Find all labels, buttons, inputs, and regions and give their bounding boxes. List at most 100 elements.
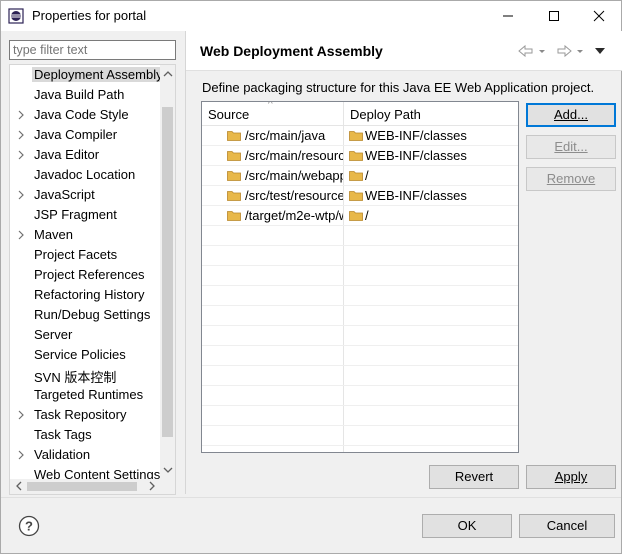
close-button[interactable]	[576, 1, 622, 31]
revert-button[interactable]: Revert	[429, 465, 519, 489]
column-header-deploy-path[interactable]: Deploy Path	[344, 102, 518, 126]
cancel-button[interactable]: Cancel	[519, 514, 615, 538]
sidebar-item-label: Targeted Runtimes	[34, 387, 144, 402]
sidebar-item[interactable]: Service Policies	[10, 345, 160, 365]
sidebar-item[interactable]: Task Tags	[10, 425, 160, 445]
deploy-path-cell[interactable]: WEB-INF/classes	[344, 146, 518, 166]
deploy-path-cell[interactable]: WEB-INF/classes	[344, 186, 518, 206]
sidebar-item[interactable]: Validation	[10, 445, 160, 465]
folder-icon	[349, 191, 363, 201]
title-bar[interactable]: Properties for portal	[1, 1, 621, 31]
scroll-up-icon[interactable]	[163, 69, 173, 79]
column-header-source[interactable]: ^ Source	[202, 102, 344, 126]
sidebar-item-label: Refactoring History	[34, 287, 145, 302]
deployment-assembly-table[interactable]: ^ Source Deploy Path /src/main/java WEB-I…	[201, 101, 519, 453]
deploy-path: /	[365, 208, 369, 223]
source-cell[interactable]: /src/main/resources	[202, 146, 343, 166]
source-cell[interactable]: /src/main/java	[202, 126, 343, 146]
edit-button[interactable]: Edit...	[526, 135, 616, 159]
back-icon[interactable]	[518, 44, 533, 58]
folder-icon	[227, 211, 241, 221]
table-row[interactable]: /src/main/resources WEB-INF/classes	[202, 146, 518, 166]
table-row	[202, 286, 518, 306]
tree-vertical-scrollbar[interactable]	[160, 65, 175, 479]
sidebar-item-label: Maven	[34, 227, 74, 242]
chevron-right-icon[interactable]	[16, 189, 26, 201]
deploy-path: WEB-INF/classes	[365, 148, 467, 163]
sidebar-item[interactable]: Java Editor	[10, 145, 160, 165]
sidebar-item[interactable]: SVN 版本控制	[10, 365, 160, 385]
chevron-right-icon[interactable]	[16, 109, 26, 121]
source-path: /src/main/java	[245, 128, 326, 143]
sidebar-item-label: Task Tags	[34, 427, 92, 442]
table-row	[202, 446, 518, 452]
tree-vscroll-thumb[interactable]	[162, 107, 173, 437]
table-row[interactable]: /src/test/resources WEB-INF/classes	[202, 186, 518, 206]
chevron-right-icon[interactable]	[16, 229, 26, 241]
page-title: Web Deployment Assembly	[200, 43, 383, 59]
sidebar-item[interactable]: Java Compiler	[10, 125, 160, 145]
sidebar-item[interactable]: Project References	[10, 265, 160, 285]
minimize-button[interactable]	[485, 1, 531, 31]
table-row[interactable]: /target/m2e-wtp/web-resources /	[202, 206, 518, 226]
chevron-right-icon[interactable]	[16, 409, 26, 421]
ok-button[interactable]: OK	[422, 514, 512, 538]
back-dropdown-icon[interactable]	[539, 50, 545, 53]
scroll-left-icon[interactable]	[14, 480, 24, 492]
view-menu-icon[interactable]	[595, 48, 605, 54]
table-row	[202, 426, 518, 446]
source-path: /src/main/webapp	[245, 168, 343, 183]
sidebar-item[interactable]: Run/Debug Settings	[10, 305, 160, 325]
apply-button[interactable]: Apply	[526, 465, 616, 489]
sidebar-item[interactable]: Server	[10, 325, 160, 345]
sidebar-item[interactable]: JavaScript	[10, 185, 160, 205]
sidebar-item-label: Task Repository	[34, 407, 127, 422]
sidebar-item[interactable]: Targeted Runtimes	[10, 385, 160, 405]
chevron-right-icon[interactable]	[16, 149, 26, 161]
deploy-path-cell[interactable]: WEB-INF/classes	[344, 126, 518, 146]
add-button[interactable]: Add...	[526, 103, 616, 127]
source-cell[interactable]: /target/m2e-wtp/web-resources	[202, 206, 343, 226]
source-cell[interactable]: /src/test/resources	[202, 186, 343, 206]
folder-icon	[227, 131, 241, 141]
remove-button[interactable]: Remove	[526, 167, 616, 191]
scroll-right-icon[interactable]	[147, 480, 157, 492]
forward-icon[interactable]	[557, 44, 572, 58]
table-row[interactable]: /src/main/webapp /	[202, 166, 518, 186]
page-header: Web Deployment Assembly	[186, 31, 622, 71]
tree-horizontal-scrollbar[interactable]	[10, 479, 175, 494]
source-cell[interactable]: /src/main/webapp	[202, 166, 343, 186]
sidebar-item[interactable]: Refactoring History	[10, 285, 160, 305]
deploy-path-cell[interactable]: /	[344, 206, 518, 226]
sidebar-item[interactable]: JSP Fragment	[10, 205, 160, 225]
chevron-right-icon[interactable]	[16, 129, 26, 141]
tree-hscroll-thumb[interactable]	[27, 482, 137, 491]
sidebar-item[interactable]: Maven	[10, 225, 160, 245]
source-path: /src/main/resources	[245, 148, 343, 163]
sidebar-item-label: Run/Debug Settings	[34, 307, 151, 322]
revert-button-label: Revert	[454, 469, 494, 484]
deploy-path: /	[365, 168, 369, 183]
svg-text:?: ?	[25, 519, 33, 534]
forward-dropdown-icon[interactable]	[577, 50, 583, 53]
maximize-button[interactable]	[531, 1, 577, 31]
table-row[interactable]: /src/main/java WEB-INF/classes	[202, 126, 518, 146]
deploy-path-cell[interactable]: /	[344, 166, 518, 186]
sidebar-item[interactable]: Java Code Style	[10, 105, 160, 125]
ok-button-label: OK	[457, 518, 477, 533]
preference-tree[interactable]: Deployment Assembly Java Build Path Java C…	[9, 64, 176, 495]
filter-input[interactable]	[9, 40, 176, 60]
sidebar-item-label: SVN 版本控制	[34, 370, 117, 385]
chevron-right-icon[interactable]	[16, 449, 26, 461]
sidebar-item[interactable]: Java Build Path	[10, 85, 160, 105]
sidebar-item[interactable]: Javadoc Location	[10, 165, 160, 185]
deploy-path: WEB-INF/classes	[365, 128, 467, 143]
sidebar-item[interactable]: Project Facets	[10, 245, 160, 265]
scroll-down-icon[interactable]	[163, 465, 173, 475]
sidebar-item[interactable]: Deployment Assembly	[10, 65, 160, 85]
sidebar-item[interactable]: Task Repository	[10, 405, 160, 425]
pane-divider[interactable]	[185, 31, 186, 494]
sidebar-item-label: Java Code Style	[34, 107, 129, 122]
sidebar-item-label: Server	[34, 327, 73, 342]
help-icon[interactable]: ?	[18, 515, 40, 537]
